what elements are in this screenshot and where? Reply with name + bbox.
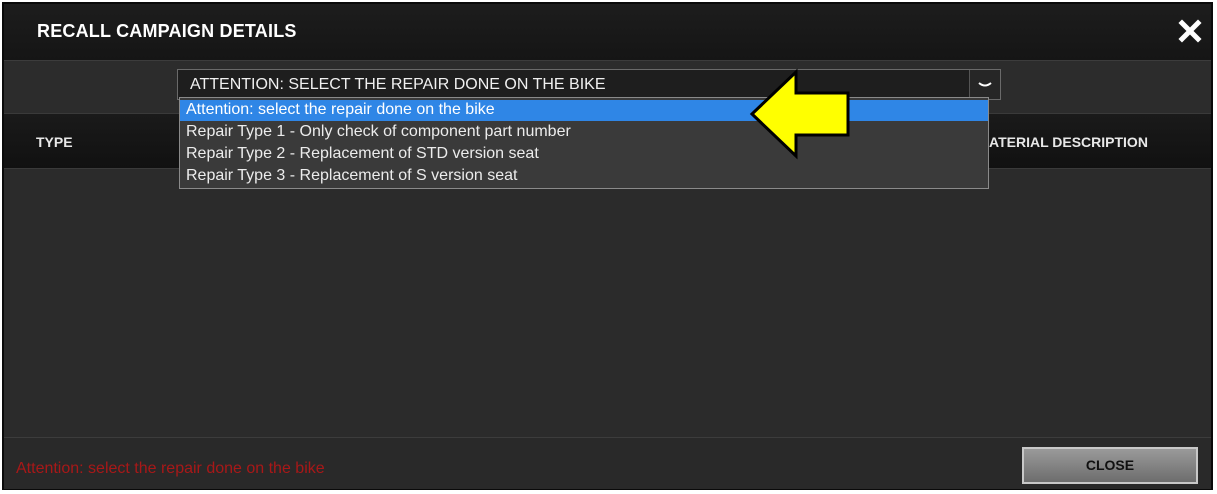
- dialog-title: RECALL CAMPAIGN DETAILS: [37, 21, 297, 41]
- dropdown-option[interactable]: Repair Type 1 - Only check of component …: [180, 122, 988, 143]
- dropdown-option[interactable]: Repair Type 3 - Replacement of S version…: [180, 166, 988, 187]
- repair-type-dropdown-list: Attention: select the repair done on the…: [179, 97, 989, 189]
- column-header-material-description: ATERIAL DESCRIPTION: [989, 134, 1148, 150]
- close-button[interactable]: CLOSE: [1022, 447, 1198, 484]
- table-body: [4, 169, 1211, 437]
- dropdown-option[interactable]: Repair Type 2 - Replacement of STD versi…: [180, 144, 988, 165]
- column-header-type: TYPE: [36, 134, 73, 150]
- dialog-titlebar: RECALL CAMPAIGN DETAILS: [4, 4, 1211, 61]
- close-x-icon[interactable]: [1177, 18, 1203, 44]
- repair-type-select-value: ATTENTION: SELECT THE REPAIR DONE ON THE…: [190, 76, 606, 93]
- chevron-down-icon: [978, 82, 992, 87]
- dropdown-option[interactable]: Attention: select the repair done on the…: [180, 100, 988, 121]
- dialog-footer: Attention: select the repair done on the…: [4, 437, 1211, 489]
- select-arrow-button[interactable]: [969, 70, 1000, 99]
- recall-campaign-dialog: RECALL CAMPAIGN DETAILS ATTENTION: SELEC…: [2, 2, 1213, 490]
- yellow-arrow-icon: [749, 68, 850, 160]
- repair-type-select[interactable]: ATTENTION: SELECT THE REPAIR DONE ON THE…: [177, 69, 1001, 100]
- status-message: Attention: select the repair done on the…: [16, 460, 325, 477]
